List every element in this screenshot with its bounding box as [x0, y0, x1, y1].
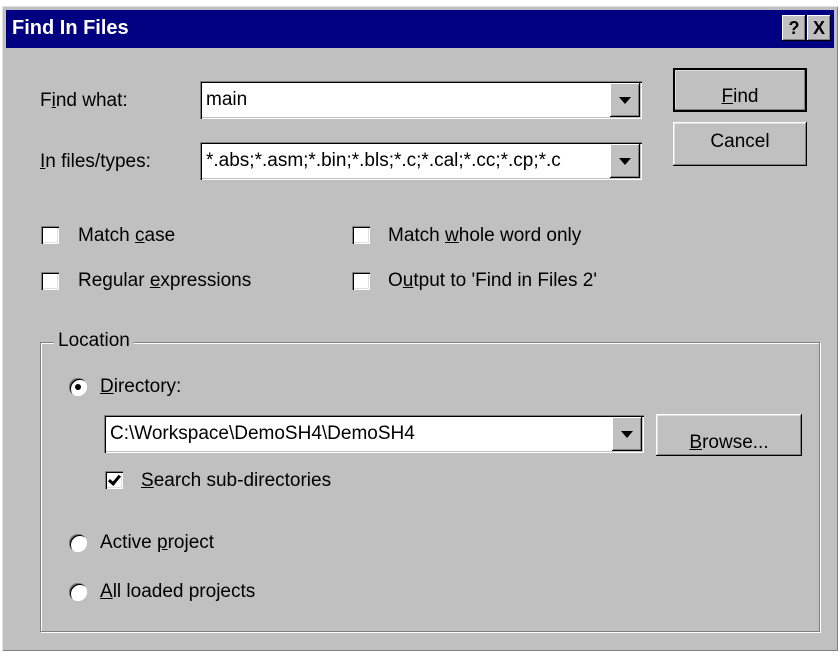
directory-value[interactable]: C:\Workspace\DemoSH4\DemoSH4 — [110, 423, 415, 445]
regex-checkbox[interactable] — [41, 272, 59, 290]
directory-radio[interactable] — [69, 378, 87, 396]
dialog-title: Find In Files — [12, 17, 129, 39]
whole-word-label[interactable]: Match whole word only — [388, 225, 581, 247]
directory-label[interactable]: Directory: — [100, 376, 181, 398]
find-what-label: Find what: — [40, 90, 128, 111]
directory-combo[interactable]: C:\Workspace\DemoSH4\DemoSH4 — [104, 415, 644, 453]
help-button[interactable]: ? — [782, 15, 806, 41]
output-label[interactable]: Output to 'Find in Files 2' — [388, 270, 597, 292]
close-button[interactable]: X — [807, 15, 831, 41]
find-button[interactable]: Find — [673, 68, 807, 112]
find-what-combo[interactable]: main — [200, 81, 642, 119]
browse-button[interactable]: Browse... — [656, 414, 802, 456]
all-projects-radio[interactable] — [69, 583, 87, 601]
match-case-checkbox[interactable] — [41, 226, 59, 244]
find-what-value[interactable]: main — [206, 89, 247, 111]
all-projects-label[interactable]: All loaded projects — [100, 581, 255, 603]
find-what-dropdown-icon[interactable] — [610, 83, 640, 117]
in-files-combo[interactable]: *.abs;*.asm;*.bin;*.bls;*.c;*.cal;*.cc;*… — [200, 142, 642, 180]
in-files-dropdown-icon[interactable] — [610, 144, 640, 178]
regex-label[interactable]: Regular expressions — [78, 270, 251, 292]
active-project-label[interactable]: Active project — [100, 532, 214, 554]
output-checkbox[interactable] — [352, 272, 370, 290]
whole-word-checkbox[interactable] — [352, 226, 370, 244]
cancel-button[interactable]: Cancel — [673, 122, 807, 166]
match-case-label[interactable]: Match case — [78, 225, 175, 247]
directory-dropdown-icon[interactable] — [612, 417, 642, 451]
title-bar: Find In Files ? X — [6, 10, 834, 48]
in-files-label: In files/types: — [40, 151, 151, 172]
search-subdirs-checkbox[interactable] — [105, 471, 123, 489]
in-files-value[interactable]: *.abs;*.asm;*.bin;*.bls;*.c;*.cal;*.cc;*… — [206, 150, 606, 172]
active-project-radio[interactable] — [69, 534, 87, 552]
location-group-title: Location — [54, 330, 134, 352]
search-subdirs-label[interactable]: Search sub-directories — [141, 470, 331, 492]
